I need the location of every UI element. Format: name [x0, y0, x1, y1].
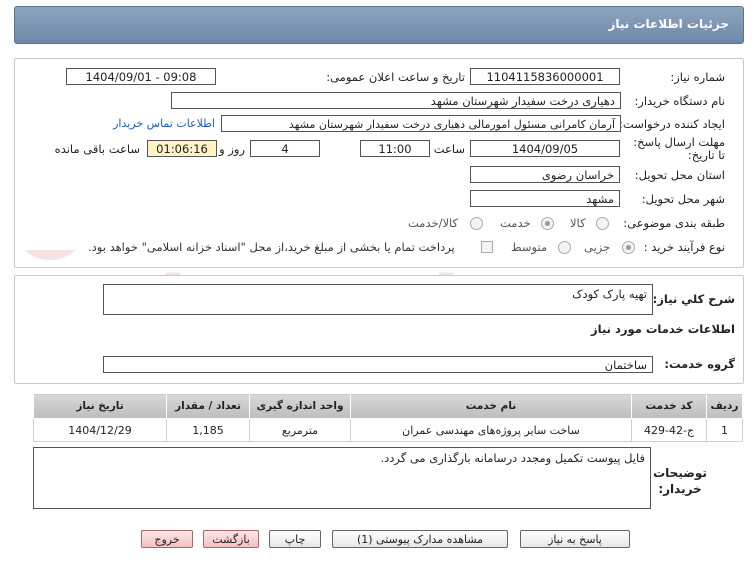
remaining-time-field: 01:06:16: [147, 140, 217, 157]
purchase-option-minor: جزیی: [584, 240, 611, 254]
category-radio-service[interactable]: [541, 217, 554, 230]
creator-field: آرمان کامرانی مسئول امورمالی دهیاری درخت…: [221, 115, 621, 132]
cell-service-code: ج-42-429: [631, 418, 707, 442]
remaining-label: ساعت باقی مانده: [54, 142, 140, 156]
header-bar: جزئیات اطلاعات نیاز: [14, 6, 744, 44]
services-table: ردیف کد خدمت نام خدمت واحد اندازه گیری ت…: [33, 393, 743, 442]
table-header-row: ردیف کد خدمت نام خدمت واحد اندازه گیری ت…: [33, 393, 743, 419]
deadline-time-field: 11:00: [360, 140, 430, 157]
col-header-unit: واحد اندازه گیری: [249, 393, 351, 419]
days-remaining-field: 4: [250, 140, 320, 157]
buyer-org-label: نام دستگاه خریدار:: [634, 94, 725, 108]
city-label: شهر محل تحویل:: [641, 192, 725, 206]
back-button[interactable]: بازگشت: [203, 530, 259, 548]
treasury-checkbox[interactable]: [481, 241, 493, 253]
announce-label: تاریخ و ساعت اعلان عمومی:: [326, 70, 465, 84]
purchase-type-label: نوع فرآیند خرید :: [643, 240, 725, 254]
cell-service-name: ساخت سایر پروژه‌های مهندسی عمران: [350, 418, 632, 442]
category-option-service: خدمت: [500, 216, 531, 230]
creator-label: ایجاد کننده درخواست:: [619, 117, 725, 131]
col-header-need-date: تاریخ نیاز: [33, 393, 167, 419]
treasury-payment-note: پرداخت تمام یا بخشی از مبلغ خرید،از محل …: [88, 240, 455, 254]
category-radio-goods[interactable]: [596, 217, 609, 230]
announce-datetime-field: 1404/09/01 - 09:08: [66, 68, 216, 85]
reply-button[interactable]: پاسخ به نیاز: [520, 530, 630, 548]
city-field: مشهد: [470, 190, 620, 207]
buyer-contact-link[interactable]: اطلاعات تماس خریدار: [113, 117, 215, 130]
need-info-panel: [14, 58, 744, 268]
category-label: طبقه بندی موضوعی:: [623, 216, 725, 230]
need-number-field: 1104115836000001: [470, 68, 620, 85]
category-option-goods: کالا: [570, 216, 586, 230]
view-attachments-button[interactable]: مشاهده مدارک پیوستی (1): [332, 530, 508, 548]
page-title: جزئیات اطلاعات نیاز: [608, 17, 729, 31]
buyer-org-field: دهیاری درخت سفیدار شهرستان مشهد: [171, 92, 621, 109]
exit-button[interactable]: خروج: [141, 530, 193, 548]
service-group-label: گروه خدمت:: [664, 357, 735, 371]
cell-need-date: 1404/12/29: [33, 418, 167, 442]
days-label: روز و: [219, 142, 245, 156]
buyer-notes-textarea[interactable]: فایل پیوست تکمیل ومجدد درسامانه بارگذاری…: [33, 447, 651, 509]
col-header-service-code: کد خدمت: [631, 393, 707, 419]
need-number-label: شماره نیاز:: [670, 70, 725, 84]
category-radio-goods-service[interactable]: [470, 217, 483, 230]
purchase-option-medium: متوسط: [511, 240, 548, 254]
col-header-quantity: تعداد / مقدار: [166, 393, 250, 419]
purchase-radio-minor[interactable]: [622, 241, 635, 254]
province-field: خراسان رضوی: [470, 166, 620, 183]
deadline-date-field: 1404/09/05: [470, 140, 620, 157]
category-option-goods-service: کالا/خدمت: [408, 216, 459, 230]
page-header: جزئیات اطلاعات نیاز: [0, 0, 755, 44]
deadline-label: مهلت ارسال پاسخ: تا تاریخ:: [633, 135, 725, 162]
buyer-notes-label: توضیحات خریدار:: [653, 466, 707, 496]
table-row: 1 ج-42-429 ساخت سایر پروژه‌های مهندسی عم…: [33, 418, 743, 442]
col-header-service-name: نام خدمت: [350, 393, 632, 419]
cell-row-num: 1: [706, 418, 743, 442]
col-header-row-num: ردیف: [706, 393, 743, 419]
deadline-time-label: ساعت: [433, 142, 465, 156]
province-label: استان محل تحویل:: [634, 168, 725, 182]
summary-label: شرح کلي نياز:: [652, 292, 735, 306]
service-group-field: ساختمان: [103, 356, 653, 373]
summary-textarea[interactable]: تهیه پارک کودک: [103, 284, 653, 315]
cell-quantity: 1,185: [166, 418, 250, 442]
purchase-radio-medium[interactable]: [558, 241, 571, 254]
services-section-title: اطلاعات خدمات مورد نیاز: [591, 322, 735, 336]
cell-unit: مترمربع: [249, 418, 351, 442]
print-button[interactable]: چاپ: [269, 530, 321, 548]
